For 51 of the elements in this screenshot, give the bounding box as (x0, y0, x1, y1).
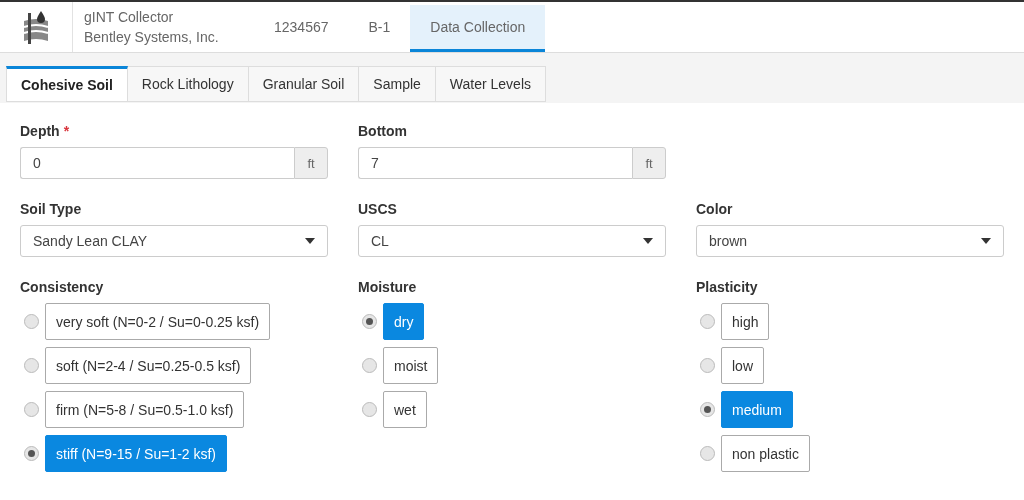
nav-tab[interactable]: 1234567 (254, 5, 349, 52)
tab[interactable]: Sample (359, 66, 436, 102)
caret-icon (643, 238, 653, 244)
field-label: Depth (20, 123, 60, 139)
option-button[interactable]: non plastic (721, 435, 810, 472)
dropdown[interactable]: Sandy Lean CLAY (20, 225, 328, 257)
field-label: Consistency (20, 279, 104, 295)
input-field[interactable]: 0 (20, 147, 294, 179)
required-mark: * (63, 123, 70, 139)
radio-button[interactable] (24, 358, 39, 373)
nav-tab[interactable]: Data Collection (410, 5, 546, 52)
dropdown[interactable]: CL (358, 225, 666, 257)
tab[interactable]: Water Levels (435, 66, 546, 102)
radio-button[interactable] (24, 314, 39, 329)
option-button[interactable]: wet (383, 391, 427, 428)
radio-button[interactable] (362, 358, 377, 373)
caret-icon (305, 238, 315, 244)
app-name: gINT Collector (84, 8, 175, 27)
option-button[interactable]: medium (721, 391, 793, 428)
option-button[interactable]: moist (383, 347, 439, 384)
option-button[interactable]: dry (383, 303, 425, 340)
radio-button[interactable] (700, 446, 715, 461)
radio-button[interactable] (24, 446, 39, 461)
option-button[interactable]: firm (N=5-8 / Su=0.5-1.0 ksf) (45, 391, 245, 428)
option-button[interactable]: very soft (N=0-2 / Su=0-0.25 ksf) (45, 303, 271, 340)
radio-button[interactable] (700, 314, 715, 329)
unit-label: ft (632, 147, 666, 179)
field-label: Bottom (358, 123, 407, 139)
tab[interactable]: Granular Soil (248, 66, 360, 102)
radio-button[interactable] (362, 402, 377, 417)
option-button[interactable]: stiff (N=9-15 / Su=1-2 ksf) (45, 435, 228, 472)
field-label: Color (696, 201, 733, 217)
radio-button[interactable] (700, 358, 715, 373)
nav-tab[interactable]: B-1 (348, 5, 411, 52)
field-label: Moisture (358, 279, 417, 295)
radio-button[interactable] (700, 402, 715, 417)
tab[interactable]: Rock Lithology (127, 66, 249, 102)
field-label: Soil Type (20, 201, 82, 217)
input-field[interactable]: 7 (358, 147, 632, 179)
unit-label: ft (294, 147, 328, 179)
caret-icon (981, 238, 991, 244)
field-label: USCS (358, 201, 397, 217)
field-label: Plasticity (696, 279, 758, 295)
company-name: Bentley Systems, Inc. (84, 28, 220, 47)
dropdown[interactable]: brown (696, 225, 1004, 257)
radio-button[interactable] (362, 314, 377, 329)
radio-button[interactable] (24, 402, 39, 417)
tab[interactable]: Cohesive Soil (6, 66, 128, 102)
option-button[interactable]: high (721, 303, 770, 340)
option-button[interactable]: soft (N=2-4 / Su=0.25-0.5 ksf) (45, 347, 252, 384)
option-button[interactable]: low (721, 347, 764, 384)
